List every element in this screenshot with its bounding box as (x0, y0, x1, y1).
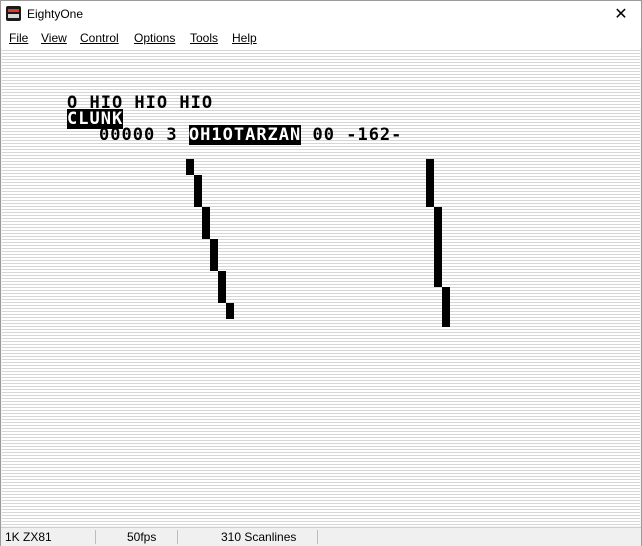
menu-file[interactable]: File (9, 29, 28, 48)
score-text: 00000 3 (99, 125, 178, 145)
status-scanlines: 310 Scanlines (221, 530, 297, 544)
close-button[interactable]: ✕ (601, 1, 641, 29)
status-text: 00 -162- (312, 125, 403, 145)
title-bar[interactable]: EightyOne ✕ (1, 1, 641, 29)
vine-right-segment (434, 207, 442, 287)
menu-view[interactable]: View (41, 29, 67, 48)
app-window: EightyOne ✕ File View Control Options To… (0, 0, 642, 546)
player-name-inverse: OH1OTARZAN (188, 125, 302, 145)
status-separator (95, 530, 96, 544)
status-fps: 50fps (127, 530, 157, 544)
menu-view-label: View (41, 31, 67, 45)
close-icon: ✕ (614, 6, 628, 23)
vine-left-segment (194, 175, 202, 207)
vine-left-segment (186, 159, 194, 175)
vine-right-segment (426, 159, 434, 207)
vine-left-segment (210, 239, 218, 271)
menu-help[interactable]: Help (232, 29, 257, 48)
menu-tools-label: Tools (190, 31, 219, 45)
menu-help-label: Help (232, 31, 257, 45)
menu-tools[interactable]: Tools (190, 29, 218, 48)
vine-left-segment (226, 303, 234, 319)
vine-left-segment (202, 207, 210, 239)
menu-control[interactable]: Control (80, 29, 119, 48)
menu-bar: File View Control Options Tools Help (1, 29, 641, 48)
status-separator (317, 530, 318, 544)
vine-left-segment (218, 271, 226, 303)
menu-options-label: Options (134, 31, 176, 45)
emulator-screen[interactable]: O HIO HIO HIO CLUNK 00000 3 OH1OTARZAN 0… (2, 48, 640, 526)
status-model: 1K ZX81 (5, 530, 52, 544)
menu-options[interactable]: Options (134, 29, 175, 48)
menu-control-label: Control (80, 31, 119, 45)
window-title: EightyOne (27, 7, 84, 21)
status-bar: 1K ZX81 50fps 310 Scanlines (1, 527, 641, 546)
screen-row-3: 00000 3 OH1OTARZAN 00 -162- (99, 125, 403, 145)
status-separator (177, 530, 178, 544)
app-icon[interactable] (6, 6, 21, 21)
menu-file-label: File (9, 31, 29, 45)
vine-right-segment (442, 287, 450, 327)
